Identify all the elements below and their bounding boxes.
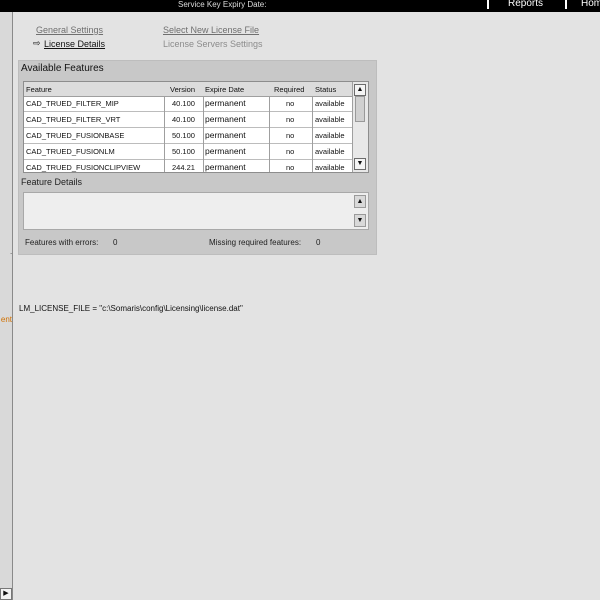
cell-expire: permanent xyxy=(205,98,246,108)
cell-required: no xyxy=(286,115,295,124)
features-with-errors-value: 0 xyxy=(113,238,118,247)
license-file-path: LM_LICENSE_FILE = "c:\Somaris\config\Lic… xyxy=(19,304,243,313)
cell-version: 50.100 xyxy=(172,147,195,156)
cell-version: 40.100 xyxy=(172,99,195,108)
column-divider xyxy=(164,96,165,172)
nav-separator xyxy=(565,0,567,9)
features-with-errors-label: Features with errors: xyxy=(25,238,99,247)
select-new-license-file-link[interactable]: Select New License File xyxy=(163,25,259,35)
general-settings-link[interactable]: General Settings xyxy=(36,25,103,35)
scroll-right-arrow-icon[interactable]: ▶ xyxy=(0,588,12,600)
cell-version: 244.21 xyxy=(172,163,195,172)
license-panel: Available Features Feature Version Expir… xyxy=(18,60,377,255)
nav-home[interactable]: Hom xyxy=(581,0,600,10)
cell-required: no xyxy=(286,163,295,172)
table-row[interactable]: CAD_TRUED_FILTER_VRT 40.100 permanent no… xyxy=(24,112,354,128)
cell-required: no xyxy=(286,147,295,156)
cell-expire: permanent xyxy=(205,130,246,140)
scroll-thumb[interactable] xyxy=(355,96,365,122)
table-scrollbar[interactable]: ▲ ▼ xyxy=(352,82,368,172)
missing-required-value: 0 xyxy=(316,238,321,247)
table-row[interactable]: CAD_TRUED_FUSIONCLIPVIEW 244.21 permanen… xyxy=(24,160,354,172)
cell-status: available xyxy=(315,163,345,172)
scroll-up-icon[interactable]: ▲ xyxy=(354,84,366,96)
nav-separator xyxy=(487,0,489,9)
table-rows: CAD_TRUED_FILTER_MIP 40.100 permanent no… xyxy=(24,96,354,172)
table-row[interactable]: CAD_TRUED_FUSIONLM 50.100 permanent no a… xyxy=(24,144,354,160)
details-scroll-down-icon[interactable]: ▼ xyxy=(354,214,366,227)
available-features-title: Available Features xyxy=(21,63,104,74)
details-scroll-up-icon[interactable]: ▲ xyxy=(354,195,366,208)
service-key-expiry-label: Service Key Expiry Date: xyxy=(178,0,267,9)
license-servers-settings-link[interactable]: License Servers Settings xyxy=(163,39,263,49)
cell-required: no xyxy=(286,131,295,140)
top-bar: Service Key Expiry Date: Reports Hom xyxy=(0,0,600,12)
cell-expire: permanent xyxy=(205,162,246,172)
column-divider xyxy=(269,96,270,172)
cell-feature: CAD_TRUED_FILTER_MIP xyxy=(26,99,119,108)
marker-dot: . xyxy=(10,247,13,256)
cell-expire: permanent xyxy=(205,146,246,156)
cell-status: available xyxy=(315,115,345,124)
cell-feature: CAD_TRUED_FUSIONLM xyxy=(26,147,115,156)
column-divider xyxy=(312,96,313,172)
missing-required-label: Missing required features: xyxy=(209,238,302,247)
table-row[interactable]: CAD_TRUED_FUSIONBASE 50.100 permanent no… xyxy=(24,128,354,144)
col-required[interactable]: Required xyxy=(274,85,304,94)
cell-feature: CAD_TRUED_FUSIONCLIPVIEW xyxy=(26,163,141,172)
cell-expire: permanent xyxy=(205,114,246,124)
left-strip: . ent xyxy=(0,12,13,600)
arrow-right-icon: ⇨ xyxy=(33,38,41,48)
available-features-table[interactable]: Feature Version Expire Date Required Sta… xyxy=(23,81,369,173)
col-status[interactable]: Status xyxy=(315,85,336,94)
cell-feature: CAD_TRUED_FILTER_VRT xyxy=(26,115,121,124)
cell-status: available xyxy=(315,99,345,108)
cell-feature: CAD_TRUED_FUSIONBASE xyxy=(26,131,125,140)
license-details-link[interactable]: License Details xyxy=(44,39,105,49)
feature-details-box[interactable]: ▲ ▼ xyxy=(23,192,369,230)
cell-status: available xyxy=(315,147,345,156)
cell-required: no xyxy=(286,99,295,108)
table-row[interactable]: CAD_TRUED_FILTER_MIP 40.100 permanent no… xyxy=(24,96,354,112)
truncated-label: ent xyxy=(0,315,12,324)
scroll-down-icon[interactable]: ▼ xyxy=(354,158,366,170)
feature-details-title: Feature Details xyxy=(21,177,83,187)
col-expire-date[interactable]: Expire Date xyxy=(205,85,244,94)
col-version[interactable]: Version xyxy=(170,85,195,94)
cell-status: available xyxy=(315,131,345,140)
col-feature[interactable]: Feature xyxy=(26,85,52,94)
cell-version: 50.100 xyxy=(172,131,195,140)
nav-reports[interactable]: Reports xyxy=(508,0,543,10)
cell-version: 40.100 xyxy=(172,115,195,124)
table-header: Feature Version Expire Date Required Sta… xyxy=(24,82,354,97)
column-divider xyxy=(203,96,204,172)
